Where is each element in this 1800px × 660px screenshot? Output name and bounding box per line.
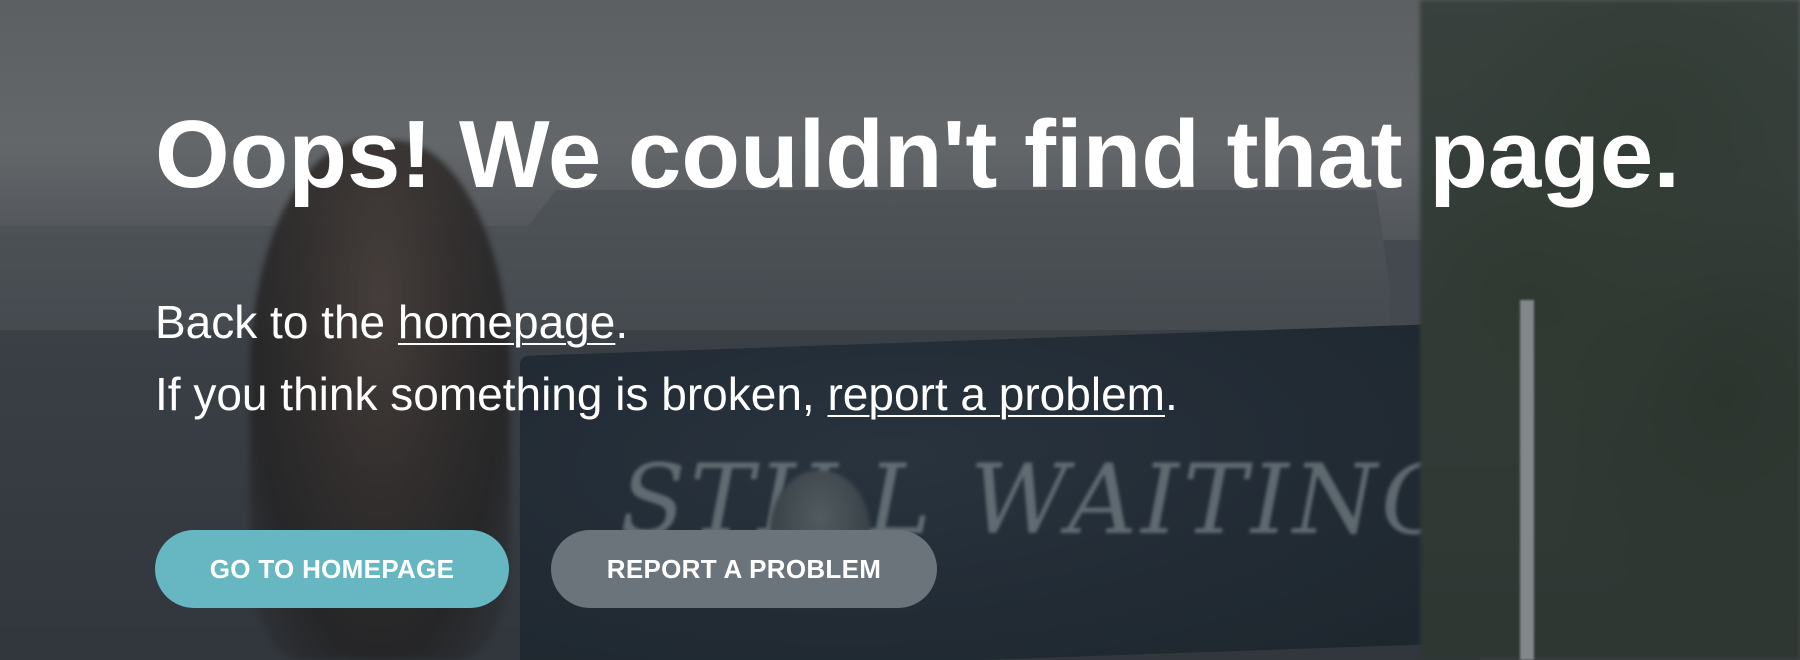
help-text: Back to the homepage. If you think somet… [155, 286, 1755, 430]
homepage-link[interactable]: homepage [398, 296, 615, 348]
homepage-line-suffix: . [615, 296, 629, 348]
report-problem-button[interactable]: REPORT A PROBLEM [551, 530, 937, 608]
error-content: Oops! We couldn't find that page. Back t… [155, 100, 1755, 430]
homepage-line-prefix: Back to the [155, 296, 398, 348]
report-problem-link[interactable]: report a problem [827, 368, 1165, 420]
go-to-homepage-button[interactable]: GO TO HOMEPAGE [155, 530, 509, 608]
error-page: STILL WAITING Oops! We couldn't find tha… [0, 0, 1800, 660]
homepage-line: Back to the homepage. [155, 286, 1755, 358]
report-line-suffix: . [1164, 368, 1178, 420]
report-line: If you think something is broken, report… [155, 358, 1755, 430]
action-buttons: GO TO HOMEPAGE REPORT A PROBLEM [155, 530, 937, 608]
report-line-prefix: If you think something is broken, [155, 368, 828, 420]
page-title: Oops! We couldn't find that page. [155, 101, 1680, 208]
